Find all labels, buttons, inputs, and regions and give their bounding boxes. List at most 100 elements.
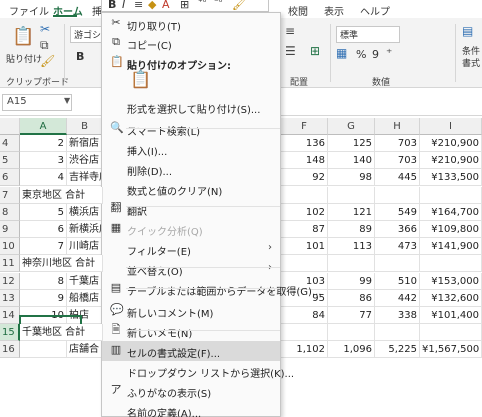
cell-f[interactable] <box>281 255 328 273</box>
row-header[interactable]: 7 <box>0 186 20 204</box>
row-header[interactable]: 5 <box>0 152 20 170</box>
cell-a[interactable]: 千葉地区 合計 <box>20 324 103 342</box>
cell-g[interactable]: 113 <box>328 238 375 256</box>
cell-h[interactable]: 366 <box>375 221 420 238</box>
row-header[interactable]: 13 <box>0 289 20 307</box>
cell-h[interactable]: 703 <box>375 152 420 170</box>
cell-h[interactable]: 445 <box>375 169 420 187</box>
column-header-i[interactable]: I <box>420 118 482 135</box>
cell-h[interactable]: 5,225 <box>375 341 420 359</box>
column-header-a[interactable]: A <box>20 118 67 135</box>
align-top-icon[interactable]: ≡ <box>285 24 295 38</box>
cell-h[interactable]: 703 <box>375 135 420 152</box>
paste-label[interactable]: 貼り付け <box>6 52 42 65</box>
cell-a[interactable] <box>20 341 67 359</box>
align-left-icon[interactable]: ☰ <box>285 44 296 58</box>
name-box-dropdown-icon[interactable]: ▼ <box>64 96 70 105</box>
cell-g[interactable]: 1,096 <box>328 341 375 359</box>
row-header[interactable]: 10 <box>0 238 20 256</box>
comma-button[interactable]: 9 <box>372 48 379 61</box>
cell-h[interactable]: 510 <box>375 272 420 290</box>
cell-b[interactable]: 千葉店 <box>67 272 103 290</box>
cell-h[interactable] <box>375 186 420 204</box>
column-header-g[interactable]: G <box>328 118 375 135</box>
cell-g[interactable]: 125 <box>328 135 375 152</box>
cell-a[interactable]: 東京地区 合計 <box>20 186 103 204</box>
percent-button[interactable]: % <box>356 48 366 61</box>
copy-icon[interactable]: ⧉ <box>40 38 49 53</box>
cell-i[interactable]: ¥164,700 <box>420 203 482 221</box>
cell-g[interactable]: 77 <box>328 307 375 324</box>
bold-icon[interactable]: B <box>108 0 116 11</box>
increase-decimal-icon[interactable]: ⁺ <box>386 46 392 60</box>
context-menu-item[interactable]: 翻翻訳 <box>102 199 280 219</box>
decrease-decimal-icon[interactable]: ⁻⁰ <box>214 0 222 8</box>
context-menu-item[interactable]: フィルター(E) › <box>102 239 280 259</box>
paste-icon[interactable]: 📋 <box>12 26 34 47</box>
row-header[interactable]: 15 <box>0 324 20 342</box>
cell-a[interactable]: 9 <box>20 289 67 307</box>
format-painter-icon[interactable]: 🖌 <box>40 54 55 68</box>
select-all-corner[interactable] <box>0 118 20 135</box>
cell-h[interactable]: 549 <box>375 203 420 221</box>
cell-b[interactable]: 渋谷店 <box>67 152 103 170</box>
context-menu-item[interactable]: 💬 新しいコメント(M) <box>102 301 280 321</box>
cell-a[interactable]: 7 <box>20 238 67 256</box>
fill-color-icon[interactable]: ◆ <box>148 0 156 11</box>
cell-f[interactable]: 102 <box>281 203 328 221</box>
cell-h[interactable] <box>375 255 420 273</box>
cell-g[interactable]: 99 <box>328 272 375 290</box>
increase-decimal-icon[interactable]: ⁺⁰ <box>198 0 206 8</box>
conditional-format-icon[interactable]: ▤ <box>462 24 473 38</box>
tab-help[interactable]: ヘルプ <box>360 3 390 18</box>
cell-i[interactable] <box>420 255 482 273</box>
cell-g[interactable]: 121 <box>328 203 375 221</box>
cell-i[interactable]: ¥141,900 <box>420 238 482 256</box>
cell-a[interactable]: 神奈川地区 合計 <box>20 255 103 273</box>
cell-a[interactable]: 8 <box>20 272 67 290</box>
cell-f[interactable]: 87 <box>281 221 328 238</box>
row-header[interactable]: 11 <box>0 255 20 273</box>
cell-g[interactable] <box>328 186 375 204</box>
cell-b[interactable]: 店舗合 <box>67 341 103 359</box>
row-header[interactable]: 6 <box>0 169 20 187</box>
context-menu-item[interactable]: アふりがなの表示(S) <box>102 381 280 401</box>
cell-i[interactable]: ¥132,600 <box>420 289 482 307</box>
context-menu-item[interactable]: 形式を選択して貼り付け(S)... <box>102 97 280 117</box>
cell-f[interactable] <box>281 186 328 204</box>
bold-button[interactable]: B <box>76 50 84 63</box>
context-menu-item[interactable]: 削除(D)... <box>102 159 280 179</box>
row-header[interactable]: 16 <box>0 341 20 359</box>
number-format-box[interactable]: 標準 <box>336 26 400 43</box>
cell-h[interactable]: 338 <box>375 307 420 324</box>
row-header[interactable]: 8 <box>0 203 20 221</box>
cell-b[interactable]: 新宿店 <box>67 135 103 152</box>
cell-f[interactable]: 84 <box>281 307 328 324</box>
cell-a[interactable]: 2 <box>20 135 67 152</box>
cell-g[interactable]: 89 <box>328 221 375 238</box>
cell-f[interactable]: 101 <box>281 238 328 256</box>
font-name-box[interactable]: 游ゴシッ <box>70 26 110 43</box>
font-color-icon[interactable]: A <box>162 0 170 11</box>
cell-h[interactable]: 473 <box>375 238 420 256</box>
merge-center-icon[interactable]: ⊞ <box>310 44 320 58</box>
cell-i[interactable]: ¥133,500 <box>420 169 482 187</box>
cell-i[interactable]: ¥101,400 <box>420 307 482 324</box>
context-menu-item[interactable]: ✂ 切り取り(T) <box>102 14 280 34</box>
tab-file[interactable]: ファイル <box>9 3 49 18</box>
cell-a[interactable]: 4 <box>20 169 67 187</box>
cell-b[interactable]: 船橋店 <box>67 289 103 307</box>
context-menu-item[interactable]: ⧉ コピー(C) <box>102 33 280 53</box>
cell-i[interactable]: ¥153,000 <box>420 272 482 290</box>
cell-i[interactable]: ¥109,800 <box>420 221 482 238</box>
context-menu-item[interactable]: 並べ替え(O)› <box>102 259 280 279</box>
context-menu-item[interactable]: 名前の定義(A)... <box>102 401 280 417</box>
context-menu-item[interactable]: 🔍 スマート検索(L) <box>102 119 280 139</box>
tab-review[interactable]: 校閲 <box>288 3 308 18</box>
cell-f[interactable]: 136 <box>281 135 328 152</box>
cell-f[interactable]: 92 <box>281 169 328 187</box>
cell-g[interactable]: 86 <box>328 289 375 307</box>
cell-i[interactable]: ¥210,900 <box>420 152 482 170</box>
cell-a[interactable]: 6 <box>20 221 67 238</box>
cell-i[interactable]: ¥1,567,500 <box>420 341 482 359</box>
